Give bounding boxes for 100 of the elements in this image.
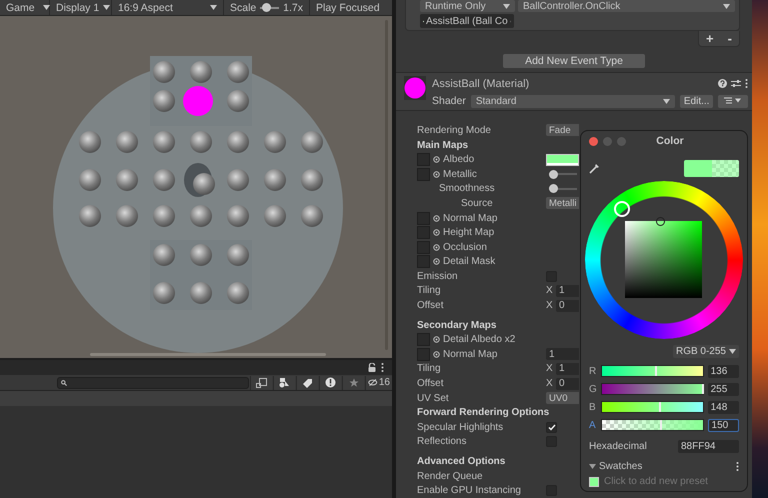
hidden-eye-icon bbox=[368, 378, 378, 387]
lock-icon[interactable] bbox=[368, 363, 376, 372]
dropdown[interactable]: UV0 bbox=[546, 392, 579, 404]
property-label: Offset bbox=[417, 378, 444, 390]
channel-value-field[interactable]: 150 bbox=[708, 418, 740, 432]
axis-label: X bbox=[546, 285, 554, 296]
channel-label: B bbox=[589, 402, 597, 412]
caret-icon bbox=[210, 5, 217, 10]
scrollbar[interactable] bbox=[90, 353, 326, 356]
property-label: Smoothness bbox=[439, 183, 495, 194]
slider-thumb[interactable] bbox=[660, 420, 662, 430]
caret-icon bbox=[729, 349, 736, 354]
menu-icon[interactable] bbox=[745, 79, 748, 88]
color-field[interactable] bbox=[546, 154, 579, 166]
add-button[interactable]: + bbox=[706, 30, 714, 46]
section-header: Advanced Options bbox=[417, 456, 506, 468]
property-label: Detail Albedo x2 bbox=[443, 334, 516, 346]
shapes-icon bbox=[279, 378, 290, 388]
section-header: Forward Rendering Options bbox=[417, 407, 550, 418]
axis-label: X bbox=[546, 363, 554, 374]
list-icon bbox=[724, 96, 742, 104]
color-preview bbox=[684, 160, 739, 176]
property-label: Reflections bbox=[417, 436, 466, 448]
channel-value-field[interactable]: 148 bbox=[708, 400, 740, 414]
type-filter-button[interactable] bbox=[273, 376, 296, 390]
menu-icon[interactable] bbox=[736, 462, 739, 471]
slider-thumb[interactable] bbox=[262, 2, 271, 12]
number-field[interactable]: 1 bbox=[546, 348, 579, 360]
runtime-dropdown[interactable]: Runtime Only bbox=[420, 0, 515, 12]
channel-label: R bbox=[589, 366, 597, 376]
display-dropdown[interactable]: Display 1 bbox=[50, 0, 112, 15]
channel-slider[interactable] bbox=[600, 419, 704, 431]
material-name: AssistBall (Material) bbox=[432, 78, 530, 90]
eyedropper-icon[interactable] bbox=[589, 162, 601, 174]
foldout-arrow-icon[interactable] bbox=[589, 464, 596, 469]
property-label: Specular Highlights bbox=[417, 422, 504, 433]
caret-icon bbox=[103, 5, 110, 10]
channel-value-field[interactable]: 136 bbox=[708, 364, 740, 378]
property-label: Emission bbox=[417, 270, 458, 282]
property-label: Tiling bbox=[417, 363, 441, 374]
number-field[interactable]: 1 bbox=[556, 284, 579, 297]
channel-slider[interactable] bbox=[600, 365, 704, 377]
object-field[interactable]: AssistBall (Ball Co bbox=[420, 14, 514, 28]
settings-sliders-icon[interactable] bbox=[731, 79, 742, 88]
slider-thumb[interactable] bbox=[549, 170, 558, 179]
section-header: Main Maps bbox=[417, 140, 468, 151]
channel-label: A bbox=[589, 420, 597, 430]
search-mode-button[interactable] bbox=[250, 376, 272, 390]
dropdown[interactable]: Metalli bbox=[546, 197, 579, 210]
hex-field[interactable]: 88FF94 bbox=[678, 440, 739, 453]
caret-icon bbox=[503, 4, 510, 8]
remove-button[interactable]: - bbox=[728, 30, 732, 46]
property-label: Detail Mask bbox=[443, 256, 496, 268]
slider-thumb[interactable] bbox=[549, 184, 558, 194]
label-filter-button[interactable] bbox=[296, 376, 318, 390]
number-field[interactable]: 0 bbox=[556, 300, 579, 312]
channel-value-field[interactable]: 255 bbox=[708, 382, 740, 396]
property-label: Source bbox=[461, 198, 493, 209]
play-mode-dropdown[interactable]: Play Focused bbox=[310, 0, 392, 15]
material-preview bbox=[404, 76, 426, 100]
property-label: Height Map bbox=[443, 227, 494, 238]
channel-slider[interactable] bbox=[600, 401, 704, 413]
slider-thumb[interactable] bbox=[659, 402, 662, 412]
slider-thumb[interactable] bbox=[654, 366, 657, 376]
function-dropdown[interactable]: BallController.OnClick bbox=[518, 0, 735, 12]
tag-icon bbox=[302, 378, 314, 388]
property-label: Occlusion bbox=[443, 242, 487, 253]
axis-label: X bbox=[546, 300, 554, 312]
dropdown[interactable]: Fade bbox=[546, 124, 579, 136]
aspect-dropdown[interactable]: 16:9 Aspect bbox=[112, 0, 224, 15]
caret-icon bbox=[723, 4, 730, 8]
checkbox[interactable] bbox=[546, 422, 557, 433]
menu-icon[interactable] bbox=[381, 363, 384, 372]
close-button[interactable] bbox=[589, 136, 598, 146]
number-field[interactable]: 0 bbox=[556, 378, 579, 390]
property-label: Metallic bbox=[443, 168, 477, 180]
add-event-type-button[interactable]: Add New Event Type bbox=[503, 54, 645, 68]
color-mode-dropdown[interactable]: RGB 0-255 bbox=[672, 345, 739, 358]
edit-button[interactable]: Edit... bbox=[680, 94, 714, 108]
help-icon[interactable] bbox=[718, 79, 728, 88]
error-filter-button[interactable] bbox=[319, 376, 342, 390]
shader-dropdown[interactable]: Standard bbox=[470, 94, 675, 108]
windows-icon bbox=[256, 378, 268, 388]
search-field[interactable] bbox=[57, 376, 250, 388]
view-dropdown[interactable]: Game bbox=[0, 0, 50, 15]
property-label: Enable GPU Instancing bbox=[417, 485, 521, 496]
axis-label: X bbox=[546, 378, 554, 390]
slider-thumb[interactable] bbox=[702, 384, 704, 394]
star-icon bbox=[348, 378, 359, 388]
scale-value: 1.7x bbox=[283, 2, 303, 14]
favorites-button[interactable] bbox=[342, 376, 364, 390]
property-label: Normal Map bbox=[443, 212, 498, 224]
swatch[interactable] bbox=[589, 476, 599, 486]
hidden-packages-button[interactable]: 16 bbox=[365, 376, 392, 390]
number-field[interactable]: 1 bbox=[556, 362, 579, 375]
scale-label: Scale bbox=[230, 2, 256, 14]
property-label: Offset bbox=[417, 300, 444, 312]
channel-slider[interactable] bbox=[600, 383, 704, 395]
list-menu-button[interactable] bbox=[718, 94, 748, 108]
property-label: Tiling bbox=[417, 285, 441, 296]
